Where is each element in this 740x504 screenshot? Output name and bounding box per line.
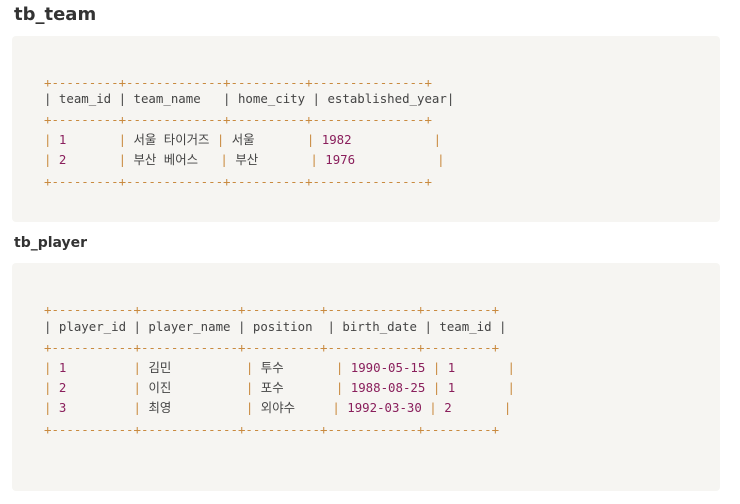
- code-block-tb-player: +-----------+-------------+----------+--…: [12, 263, 720, 491]
- table-border-bottom: +-----------+-------------+----------+--…: [44, 422, 500, 437]
- table-header-row: | team_id | team_name | home_city | esta…: [44, 91, 455, 106]
- table-border-mid: +-----------+-------------+----------+--…: [44, 340, 500, 355]
- table-row: | 1 | 김민 | 투수 | 1990-05-15 | 1 |: [44, 360, 515, 375]
- code-block-tb-team: +---------+-------------+----------+----…: [12, 36, 720, 222]
- section-title-tb-team: tb_team: [14, 4, 97, 25]
- table-border-bottom: +---------+-------------+----------+----…: [44, 174, 432, 189]
- table-header-row: | player_id | player_name | position | b…: [44, 319, 507, 334]
- section-title-tb-player: tb_player: [14, 235, 88, 251]
- table-border-mid: +---------+-------------+----------+----…: [44, 112, 432, 127]
- table-row: | 1 | 서울 타이거즈 | 서울 | 1982 |: [44, 132, 442, 147]
- table-row: | 2 | 이진 | 포수 | 1988-08-25 | 1 |: [44, 380, 515, 395]
- table-row: | 3 | 최영 | 외야수 | 1992-03-30 | 2 |: [44, 400, 512, 415]
- table-row: | 2 | 부산 베어스 | 부산 | 1976 |: [44, 152, 445, 167]
